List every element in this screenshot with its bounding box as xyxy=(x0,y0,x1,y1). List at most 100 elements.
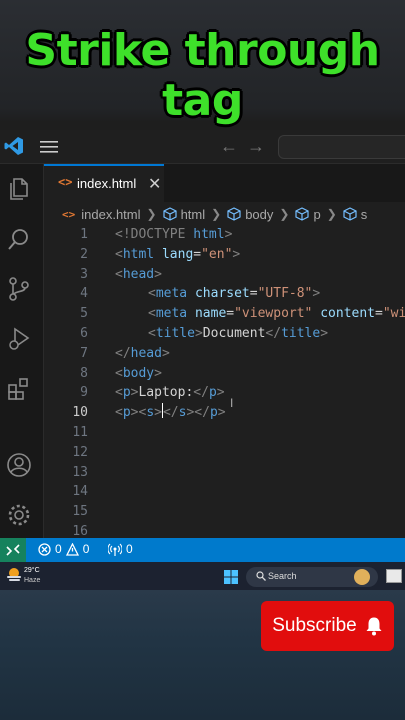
code-text: <p>Laptop:</p> xyxy=(115,385,225,401)
windows-taskbar: 29°C Haze Search xyxy=(0,562,405,590)
video-title: Strike through tag xyxy=(0,26,405,126)
line-number: 9 xyxy=(80,385,88,401)
search-label: Search xyxy=(268,571,297,581)
code-text: <body> xyxy=(115,365,162,381)
line-number: 11 xyxy=(72,424,88,440)
remote-indicator-button[interactable] xyxy=(0,538,26,562)
cube-icon xyxy=(343,207,357,221)
explorer-icon[interactable] xyxy=(6,176,32,202)
line-number: 15 xyxy=(72,504,88,520)
chevron-right-icon: ❯ xyxy=(211,207,222,221)
code-text: </head> xyxy=(115,345,170,361)
settings-gear-icon[interactable] xyxy=(6,502,32,528)
vscode-titlebar: ← → xyxy=(0,130,405,164)
line-number: 8 xyxy=(80,365,88,381)
broadcast-icon xyxy=(108,543,122,556)
line-number: 5 xyxy=(80,306,88,322)
search-highlight-icon xyxy=(354,569,370,585)
code-text: <p><s></s></p> xyxy=(115,403,226,421)
code-line[interactable]: 1 <!DOCTYPE html> xyxy=(44,225,405,245)
code-line[interactable]: 4 <meta charset="UTF-8"> xyxy=(44,284,405,304)
code-line[interactable]: 3 <head> xyxy=(44,265,405,285)
code-editor[interactable]: 1 <!DOCTYPE html> 2 <html lang="en"> 3 <hea… xyxy=(44,225,405,538)
code-text: <html lang="en"> xyxy=(115,246,241,262)
nav-forward-button[interactable]: → xyxy=(247,136,265,157)
breadcrumb-item-p[interactable]: p xyxy=(313,207,320,222)
code-line[interactable]: 16 xyxy=(44,522,405,538)
line-number: 10 xyxy=(72,405,88,421)
code-text: <!DOCTYPE html> xyxy=(115,227,233,242)
activity-bar xyxy=(0,164,44,538)
line-number: 12 xyxy=(72,444,88,460)
breadcrumb-item-body[interactable]: body xyxy=(245,207,273,222)
weather-temperature: 29°C xyxy=(24,567,40,574)
code-line[interactable]: 2 <html lang="en"> xyxy=(44,245,405,265)
html-file-icon: <> xyxy=(62,207,76,221)
chevron-right-icon: ❯ xyxy=(146,207,157,221)
account-icon[interactable] xyxy=(6,452,32,478)
mouse-ibeam-icon: I xyxy=(230,396,234,410)
line-number: 1 xyxy=(80,227,88,242)
code-text: <title>Document</title> xyxy=(148,325,329,341)
problems-status[interactable]: 0 0 xyxy=(38,542,89,556)
command-center-input[interactable] xyxy=(278,135,405,159)
code-line[interactable]: 5 <meta name="viewport" content="wi xyxy=(44,304,405,324)
title-line-2: tag xyxy=(162,75,243,126)
taskbar-search-input[interactable]: Search xyxy=(246,567,378,587)
code-line[interactable]: 6 <title>Document</title> xyxy=(44,324,405,344)
vscode-logo-icon xyxy=(4,137,23,155)
breadcrumb-file[interactable]: index.html xyxy=(81,207,140,222)
windows-logo-icon[interactable] xyxy=(224,570,238,584)
tab-bar: <> index.html ✕ xyxy=(44,164,405,202)
breadcrumb-item-s[interactable]: s xyxy=(361,207,368,222)
cube-icon xyxy=(162,207,177,221)
warning-count: 0 xyxy=(82,542,90,556)
menu-icon[interactable] xyxy=(40,140,58,154)
subscribe-label: Subscribe xyxy=(272,615,357,636)
weather-haze-icon xyxy=(7,568,21,581)
ports-count: 0 xyxy=(126,542,133,556)
search-icon xyxy=(256,571,266,581)
editor-area: <> index.html ✕ <> index.html ❯ html ❯ b… xyxy=(44,164,405,538)
line-number: 13 xyxy=(72,464,88,480)
remote-icon xyxy=(6,544,20,556)
code-line[interactable]: 14 xyxy=(44,482,405,502)
ports-status[interactable]: 0 xyxy=(108,542,133,556)
code-line[interactable]: 7 </head> xyxy=(44,344,405,364)
error-count: 0 xyxy=(55,542,62,556)
line-number: 16 xyxy=(72,523,88,538)
line-number: 14 xyxy=(72,484,88,500)
code-line[interactable]: 11 xyxy=(44,423,405,443)
code-line[interactable]: 9 <p>Laptop:</p> xyxy=(44,383,405,403)
code-line[interactable]: 12 xyxy=(44,443,405,463)
status-bar: 0 0 0 xyxy=(0,538,405,562)
taskbar-app-icon[interactable] xyxy=(386,569,402,583)
source-control-icon[interactable] xyxy=(6,276,32,302)
nav-back-button[interactable]: ← xyxy=(220,136,238,157)
cube-icon xyxy=(295,207,310,221)
breadcrumb: <> index.html ❯ html ❯ body ❯ p ❯ s xyxy=(62,204,367,224)
code-line[interactable]: 8 <body> xyxy=(44,364,405,384)
search-icon[interactable] xyxy=(6,226,32,252)
screenshot-stage: Strike through tag ← → <> index.html ✕ <… xyxy=(0,0,405,720)
breadcrumb-item-html[interactable]: html xyxy=(181,207,206,222)
close-icon[interactable]: ✕ xyxy=(148,174,161,194)
title-line-1: Strike through xyxy=(25,25,380,76)
extensions-icon[interactable] xyxy=(6,376,32,402)
line-number: 6 xyxy=(80,325,88,341)
line-number: 4 xyxy=(80,286,88,302)
subscribe-button[interactable]: Subscribe xyxy=(261,601,394,651)
code-line[interactable]: 15 xyxy=(44,502,405,522)
run-debug-icon[interactable] xyxy=(6,326,32,352)
cube-icon xyxy=(227,207,241,221)
chevron-right-icon: ❯ xyxy=(326,207,337,221)
code-text: <head> xyxy=(115,266,162,282)
error-icon xyxy=(38,542,51,556)
line-number: 2 xyxy=(80,246,88,262)
code-line-active[interactable]: 10 <p><s></s></p> xyxy=(44,403,405,423)
tab-index-html[interactable]: <> index.html ✕ xyxy=(44,164,164,202)
line-number: 3 xyxy=(80,266,88,282)
warning-icon xyxy=(65,542,79,556)
code-line[interactable]: 13 xyxy=(44,463,405,483)
weather-condition: Haze xyxy=(24,577,41,584)
